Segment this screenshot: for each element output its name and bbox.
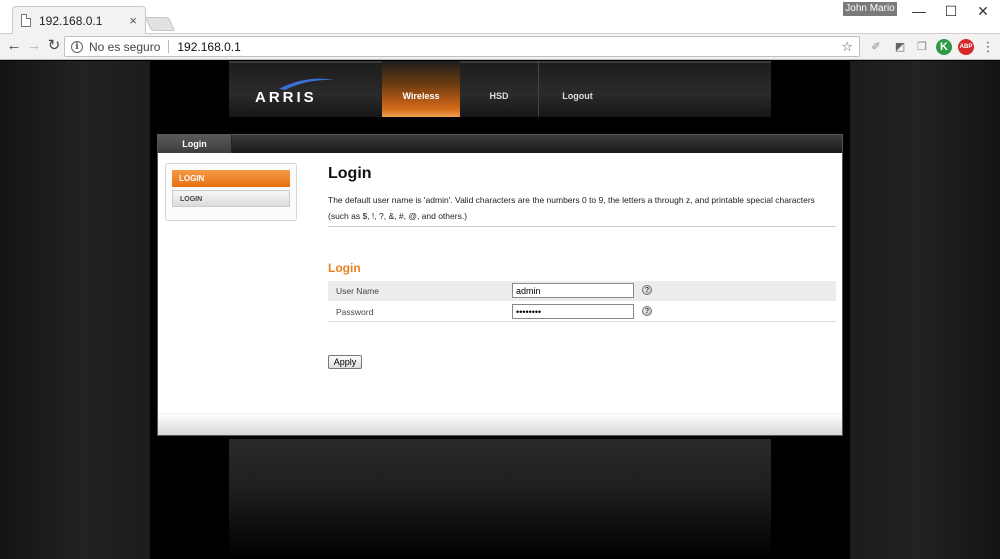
- minimize-button[interactable]: —: [902, 0, 936, 22]
- password-label: Password: [336, 307, 374, 317]
- password-help-icon[interactable]: ?: [642, 306, 652, 316]
- menu-icon[interactable]: ⋮: [980, 39, 996, 55]
- username-label: User Name: [336, 286, 379, 296]
- username-help-icon[interactable]: ?: [642, 285, 652, 295]
- username-row: User Name ?: [328, 281, 836, 301]
- username-input[interactable]: [512, 283, 634, 298]
- router-footer: [229, 439, 771, 559]
- copy-extension-icon[interactable]: ❐: [914, 39, 930, 55]
- security-status[interactable]: No es seguro: [89, 40, 160, 54]
- new-tab-button[interactable]: [144, 17, 176, 31]
- router-page: ARRIS Wireless HSD Logout Login LOGIN LO…: [0, 61, 1000, 559]
- adblock-extension-icon[interactable]: ABP: [958, 39, 974, 55]
- password-input[interactable]: [512, 304, 634, 319]
- browser-toolbar: ← → ↻ i No es seguro 192.168.0.1 ☆ ✐ ◩ ❐…: [0, 34, 1000, 60]
- tab-title: 192.168.0.1: [39, 13, 103, 28]
- arris-logo: ARRIS: [255, 77, 335, 107]
- nav-hsd[interactable]: HSD: [460, 61, 538, 117]
- profile-badge[interactable]: John Mario: [843, 2, 897, 16]
- router-header: ARRIS Wireless HSD Logout: [229, 61, 771, 117]
- apply-button[interactable]: Apply: [328, 355, 362, 369]
- side-menu-login-active[interactable]: LOGIN: [172, 170, 290, 187]
- page-title: Login: [328, 165, 372, 182]
- browser-titlebar: 192.168.0.1 × John Mario — ☐ ✕: [0, 0, 1000, 34]
- cast-extension-icon[interactable]: ◩: [892, 39, 908, 55]
- bookmark-star-icon[interactable]: ☆: [841, 39, 853, 55]
- close-window-button[interactable]: ✕: [966, 0, 1000, 22]
- panel-footer: [158, 413, 842, 435]
- side-menu-login-sub[interactable]: LOGIN: [172, 190, 290, 207]
- tab-login[interactable]: Login: [158, 135, 232, 153]
- maximize-button[interactable]: ☐: [934, 0, 968, 22]
- logo-swoosh-icon: [279, 78, 335, 90]
- k-extension-icon[interactable]: K: [936, 39, 952, 55]
- back-button[interactable]: ←: [4, 36, 24, 56]
- side-menu: LOGIN LOGIN: [165, 163, 297, 221]
- forward-button[interactable]: →: [24, 36, 44, 56]
- tab-close-icon[interactable]: ×: [129, 13, 137, 28]
- section-title: Login: [328, 261, 361, 275]
- brand-name: ARRIS: [255, 89, 317, 106]
- browser-tab[interactable]: 192.168.0.1 ×: [12, 6, 146, 34]
- url-text[interactable]: 192.168.0.1: [177, 40, 841, 54]
- password-row: Password ?: [328, 302, 836, 322]
- info-icon[interactable]: i: [71, 40, 83, 53]
- pen-extension-icon[interactable]: ✐: [868, 39, 884, 55]
- nav-logout[interactable]: Logout: [538, 61, 616, 117]
- url-divider: [168, 40, 170, 53]
- address-bar[interactable]: i No es seguro 192.168.0.1 ☆: [64, 36, 860, 57]
- reload-button[interactable]: ↻: [44, 36, 64, 56]
- login-description: The default user name is 'admin'. Valid …: [328, 195, 815, 221]
- page-icon: [21, 14, 31, 27]
- nav-wireless[interactable]: Wireless: [382, 61, 460, 117]
- content-panel: Login LOGIN LOGIN Login The default user…: [157, 134, 843, 436]
- divider: [328, 226, 836, 227]
- panel-tabbar: Login: [158, 135, 842, 153]
